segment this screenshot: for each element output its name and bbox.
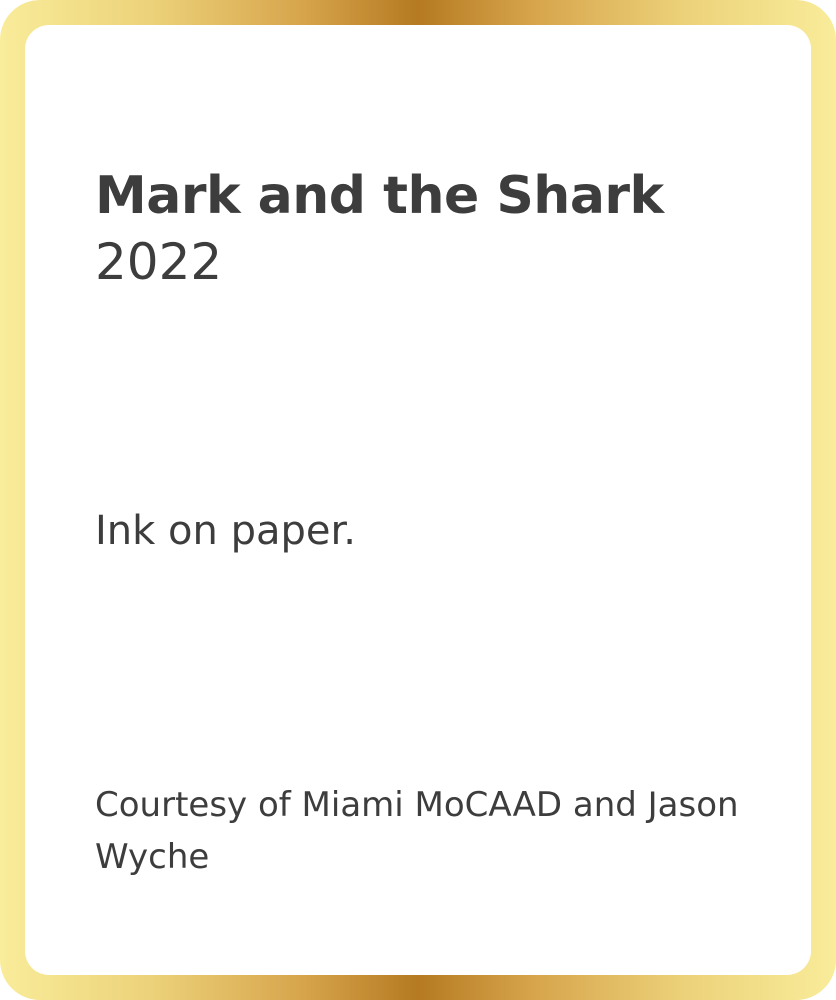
artwork-credit: Courtesy of Miami MoCAAD and Jason Wyche [95, 785, 739, 877]
gold-frame: Mark and the Shark 2022 Ink on paper. Co… [0, 0, 836, 1000]
artwork-title: Mark and the Shark [95, 166, 664, 226]
artwork-year: 2022 [95, 233, 223, 291]
artwork-medium: Ink on paper. [95, 508, 356, 554]
artwork-label-card: Mark and the Shark 2022 Ink on paper. Co… [25, 25, 811, 975]
